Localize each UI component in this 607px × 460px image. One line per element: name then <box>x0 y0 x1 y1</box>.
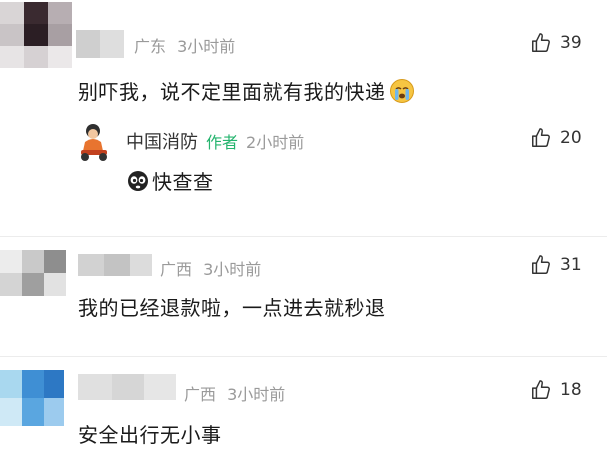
username-blurred[interactable] <box>78 254 152 276</box>
comment-location: 广东 <box>134 37 167 56</box>
thumbs-up-icon <box>532 128 550 147</box>
firefighter-avatar[interactable] <box>76 122 112 162</box>
comment-meta: 广东 3小时前 <box>134 33 235 57</box>
thumbs-up-icon <box>532 380 550 399</box>
avatar-blurred[interactable] <box>0 250 66 296</box>
reply-header: 中国消防 作者 2小时前 <box>126 128 304 154</box>
username-blurred[interactable] <box>76 30 124 58</box>
comment-text: 我的已经退款啦，一点进去就秒退 <box>78 296 386 320</box>
comment-location: 广西 <box>184 385 217 404</box>
comment-time: 3小时前 <box>203 260 262 279</box>
like-count: 20 <box>560 128 582 148</box>
like-count: 31 <box>560 255 582 275</box>
panda-face-emoji <box>128 170 148 191</box>
thumbs-up-icon <box>532 255 550 274</box>
divider <box>0 236 607 237</box>
comment-time: 3小时前 <box>177 37 236 56</box>
like-button[interactable]: 18 <box>530 379 582 401</box>
username-blurred[interactable] <box>78 374 176 400</box>
crying-face-emoji <box>389 78 414 103</box>
comment-text-content: 别吓我，说不定里面就有我的快递 <box>78 80 386 104</box>
comment-meta: 广西 3小时前 <box>184 381 285 405</box>
avatar-blurred[interactable] <box>0 370 64 426</box>
reply-text: 快查查 <box>126 166 214 195</box>
comment-text: 安全出行无小事 <box>78 423 222 447</box>
like-count: 18 <box>560 380 582 400</box>
comment-location: 广西 <box>160 260 193 279</box>
author-badge: 作者 <box>206 133 239 152</box>
divider <box>0 356 607 357</box>
reply-like-button[interactable]: 20 <box>530 127 582 149</box>
comment-time: 3小时前 <box>227 385 286 404</box>
like-button[interactable]: 31 <box>530 254 582 276</box>
like-count: 39 <box>560 33 582 53</box>
reply-time: 2小时前 <box>246 133 305 152</box>
thumbs-up-icon <box>532 33 550 52</box>
comment-text: 别吓我，说不定里面就有我的快递 <box>78 76 415 105</box>
comment-meta: 广西 3小时前 <box>160 256 261 280</box>
avatar-blurred[interactable] <box>0 2 72 68</box>
like-button[interactable]: 39 <box>530 32 582 54</box>
reply-text-content: 快查查 <box>152 170 214 194</box>
reply-username[interactable]: 中国消防 <box>126 128 198 154</box>
